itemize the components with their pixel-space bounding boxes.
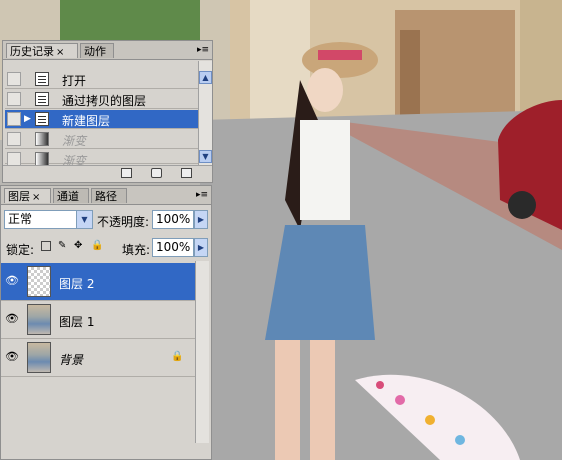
chevron-down-icon[interactable]: ▼ (76, 211, 92, 228)
close-icon[interactable]: × (32, 192, 40, 203)
tab-channels[interactable]: 通道 (53, 188, 89, 203)
blend-mode-select[interactable]: 正常 ▼ (4, 210, 93, 229)
history-item-label: 渐变 (62, 134, 87, 148)
eye-icon[interactable]: 👁 (3, 273, 21, 289)
tab-paths-label: 路径 (95, 190, 117, 203)
opacity-label: 不透明度: (97, 215, 150, 229)
tab-channels-label: 通道 (57, 190, 79, 203)
history-scrollbar[interactable]: ▲ ▼ (198, 61, 212, 167)
snapshot-source-checkbox[interactable] (7, 132, 21, 146)
lock-transparent-pixels-icon[interactable] (41, 241, 51, 251)
layer-name: 图层 2 (59, 277, 95, 291)
panel-menu-icon[interactable]: ▸≡ (196, 190, 208, 200)
scroll-down-icon[interactable]: ▼ (199, 150, 212, 163)
tab-history[interactable]: 历史记录 × (6, 43, 78, 58)
history-item[interactable]: 渐变 (5, 150, 199, 168)
lock-all-icon[interactable]: 🔒 (91, 241, 103, 251)
tab-paths[interactable]: 路径 (91, 188, 127, 203)
layer-row[interactable]: 👁 图层 1 (1, 301, 197, 339)
document-icon (35, 92, 49, 106)
history-item[interactable]: 打开 (5, 70, 199, 89)
history-item[interactable]: 渐变 (5, 130, 199, 149)
camera-snapshot-icon[interactable] (151, 168, 162, 178)
history-item[interactable]: 通过拷贝的图层 (5, 90, 199, 109)
history-footer (3, 165, 212, 182)
tab-actions[interactable]: 动作 (80, 43, 114, 58)
fill-label: 填充: (122, 243, 151, 257)
snapshot-source-checkbox[interactable] (7, 152, 21, 166)
opacity-input[interactable]: 100% (152, 210, 194, 229)
layer-row[interactable]: 👁 背景 🔒 (1, 339, 197, 377)
gradient-icon (35, 152, 49, 166)
layers-scrollbar[interactable] (195, 261, 209, 443)
history-panel: 历史记录 × 动作 ▸≡ 打开 通过拷贝的图层 ▶ 新建图层 渐变 渐变 ▲ ▼ (2, 40, 213, 183)
layer-name: 图层 1 (59, 315, 95, 329)
lock-icon: 🔒 (171, 351, 184, 362)
layer-name: 背景 (59, 353, 84, 367)
history-item-selected[interactable]: ▶ 新建图层 (5, 110, 199, 129)
lock-position-icon[interactable]: ✥ (74, 241, 84, 251)
close-icon[interactable]: × (56, 47, 64, 58)
tab-layers-label: 图层 (8, 190, 30, 203)
tab-history-label: 历史记录 (10, 45, 54, 58)
document-icon (35, 112, 49, 126)
layer-thumbnail (27, 342, 51, 373)
trash-icon[interactable] (181, 168, 192, 178)
history-item-label: 新建图层 (62, 114, 111, 128)
scroll-up-icon[interactable]: ▲ (199, 71, 212, 84)
layers-panel: 图层 × 通道 路径 ▸≡ 正常 ▼ 不透明度: 100% ▶ 锁定: ✎ ✥ 🔒… (0, 185, 212, 460)
tab-layers[interactable]: 图层 × (4, 188, 51, 203)
snapshot-source-checkbox[interactable] (7, 92, 21, 106)
layer-thumbnail (27, 304, 51, 335)
history-state-marker-icon: ▶ (24, 114, 31, 124)
fill-value: 100% (156, 240, 191, 254)
tab-actions-label: 动作 (84, 45, 106, 58)
layer-thumbnail (27, 266, 51, 297)
layer-row-selected[interactable]: 👁 图层 2 (1, 263, 197, 301)
opacity-value: 100% (156, 212, 191, 226)
document-icon (35, 72, 49, 86)
snapshot-source-checkbox[interactable] (7, 112, 21, 126)
new-document-from-state-icon[interactable] (121, 168, 132, 178)
fill-slider-button[interactable]: ▶ (194, 238, 208, 257)
gradient-icon (35, 132, 49, 146)
blend-mode-value: 正常 (8, 212, 33, 226)
fill-input[interactable]: 100% (152, 238, 194, 257)
opacity-slider-button[interactable]: ▶ (194, 210, 208, 229)
eye-icon[interactable]: 👁 (3, 311, 21, 327)
history-item-label: 通过拷贝的图层 (62, 94, 147, 108)
layers-tabbar: 图层 × 通道 路径 ▸≡ (1, 186, 211, 205)
eye-icon[interactable]: 👁 (3, 349, 21, 365)
history-item-label: 打开 (62, 74, 87, 88)
lock-image-pixels-icon[interactable]: ✎ (58, 241, 68, 251)
history-tabbar: 历史记录 × 动作 ▸≡ (3, 41, 212, 60)
panel-menu-icon[interactable]: ▸≡ (197, 45, 209, 55)
snapshot-source-checkbox[interactable] (7, 72, 21, 86)
lock-label: 锁定: (6, 243, 35, 257)
